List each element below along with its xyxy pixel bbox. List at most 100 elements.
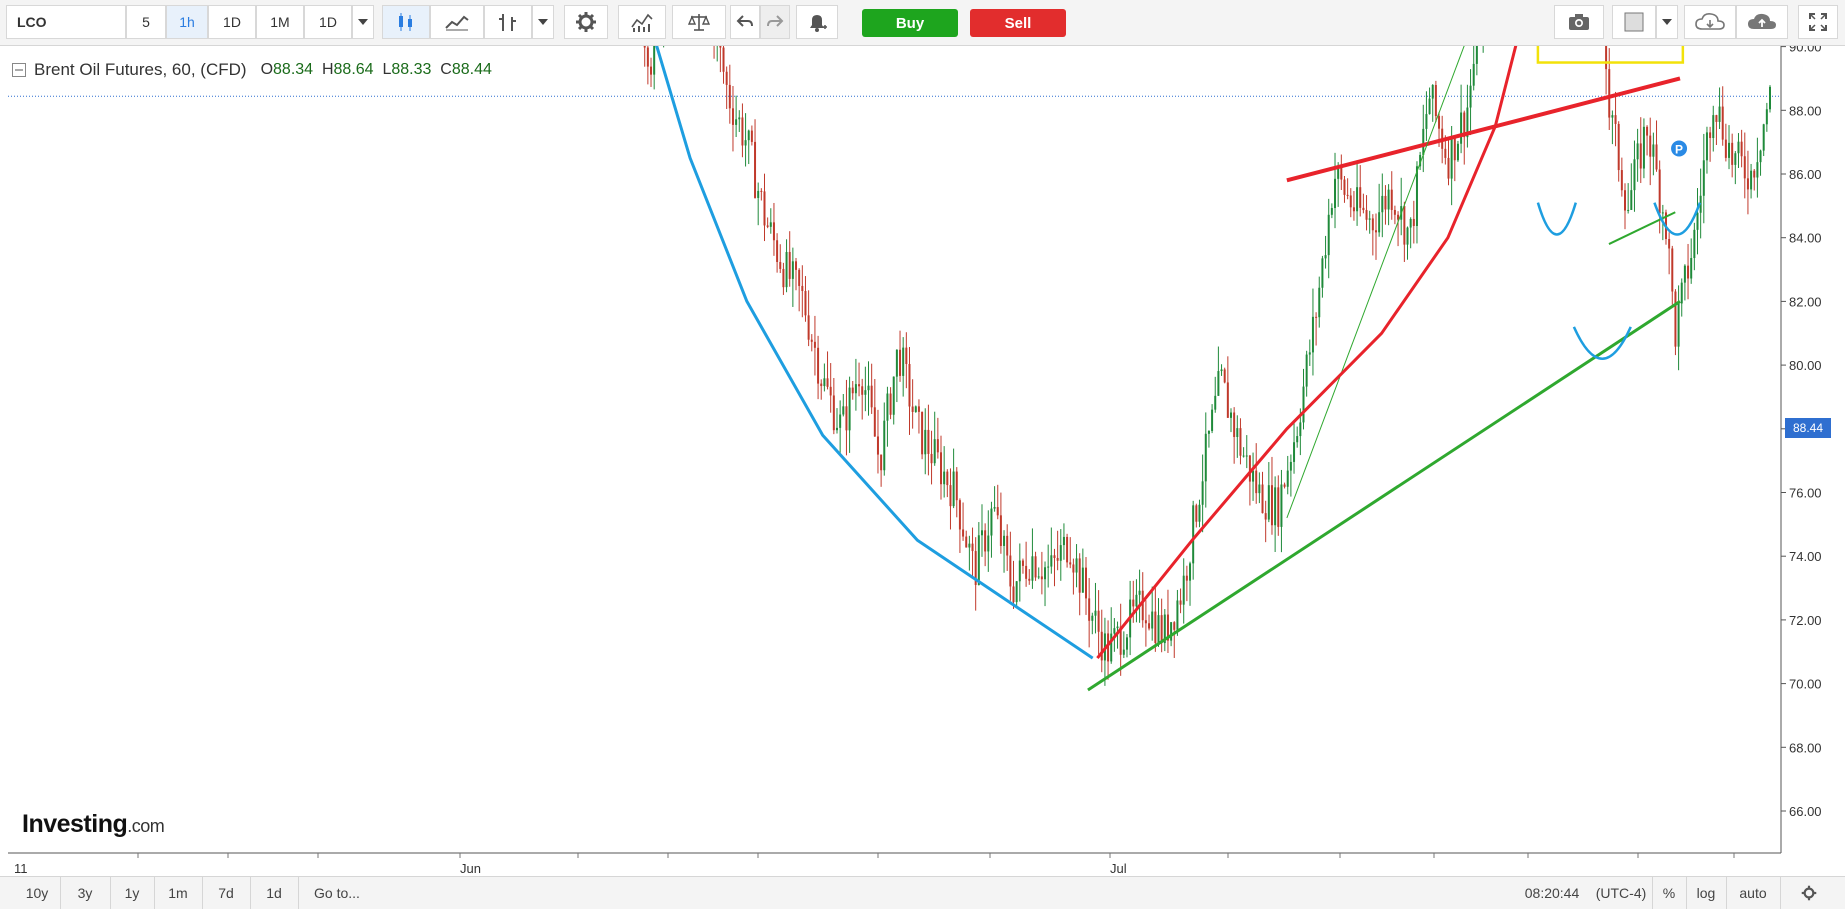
ohlc-values: O88.34 H88.64 L88.33 C88.44	[261, 61, 492, 79]
layout-button[interactable]	[1612, 5, 1656, 39]
range-7d[interactable]: 7d	[202, 877, 251, 909]
bottom-bar: 10y 3y 1y 1m 7d 1d Go to... 08:20:44 (UT…	[0, 876, 1845, 909]
candle-body	[1687, 265, 1690, 279]
cloud-upload-icon	[1748, 13, 1776, 29]
candle-body	[722, 47, 725, 72]
candle-body	[1302, 386, 1305, 423]
candle-body	[1097, 610, 1100, 632]
candle-body	[741, 117, 744, 146]
candle-body	[1305, 354, 1308, 387]
candle-body	[1378, 212, 1381, 233]
interval-1d-alt[interactable]: 1D	[304, 5, 352, 39]
bars-button[interactable]	[484, 5, 532, 39]
candle-body	[1324, 255, 1327, 259]
candle-body	[1472, 63, 1475, 86]
candle-body	[980, 530, 983, 536]
interval-1d[interactable]: 1D	[208, 5, 256, 39]
y-tick-label: 86.00	[1789, 167, 1822, 182]
chart-area[interactable]: PP 66.0068.0070.0072.0074.0076.0078.0080…	[0, 46, 1845, 876]
range-1m[interactable]: 1m	[154, 877, 203, 909]
candle-body	[1132, 599, 1135, 607]
series-title: Brent Oil Futures, 60, (CFD)	[34, 60, 247, 79]
collapse-icon[interactable]	[12, 63, 26, 77]
candle-body	[1368, 218, 1371, 220]
high-value: 88.64	[333, 61, 374, 78]
undo-button[interactable]	[730, 5, 760, 39]
caret-down-icon	[538, 19, 548, 25]
log-toggle[interactable]: log	[1686, 877, 1727, 909]
candle-body	[1088, 598, 1091, 621]
candle-body	[867, 385, 870, 391]
low-value: 88.33	[391, 61, 432, 78]
candle-body	[914, 406, 917, 412]
candle-body	[1091, 615, 1094, 621]
candle-body	[1192, 505, 1195, 564]
timezone-label[interactable]: (UTC-4)	[1590, 877, 1653, 909]
candle-body	[1239, 428, 1242, 456]
candle-body	[1403, 206, 1406, 245]
candle-body	[1217, 371, 1220, 396]
candle-body	[1006, 535, 1009, 556]
settings-button[interactable]	[564, 5, 608, 39]
candle-body	[1207, 430, 1210, 434]
symbol-input[interactable]: LCO	[6, 5, 126, 39]
save-chart-button[interactable]	[1736, 5, 1788, 39]
compare-button[interactable]	[672, 5, 726, 39]
candle-body	[1422, 128, 1425, 155]
candle-body	[1236, 428, 1239, 437]
candle-body	[731, 108, 734, 125]
range-1d[interactable]: 1d	[250, 877, 299, 909]
candle-body	[870, 385, 873, 408]
candle-body	[1173, 622, 1176, 630]
auto-toggle[interactable]: auto	[1726, 877, 1781, 909]
candle-body	[1018, 560, 1021, 582]
range-10y[interactable]: 10y	[14, 877, 61, 909]
load-chart-button[interactable]	[1684, 5, 1736, 39]
scale-settings-button[interactable]	[1792, 877, 1826, 909]
layout-dropdown[interactable]	[1656, 5, 1678, 39]
candle-body	[921, 411, 924, 455]
candle-body	[1415, 166, 1418, 226]
candle-body	[1334, 178, 1337, 209]
candle-body	[763, 191, 766, 226]
interval-1h[interactable]: 1h	[166, 5, 208, 39]
candle-body	[987, 535, 990, 552]
candle-body	[766, 225, 769, 227]
sell-button[interactable]: Sell	[970, 9, 1066, 37]
candle-body	[880, 454, 883, 471]
y-tick-label: 70.00	[1789, 677, 1822, 692]
candle-body	[883, 420, 886, 471]
range-1y[interactable]: 1y	[110, 877, 155, 909]
candle-body	[886, 393, 889, 421]
x-tick-label: Jul	[1110, 861, 1127, 876]
buy-button[interactable]: Buy	[862, 9, 958, 37]
indicators-button[interactable]	[618, 5, 666, 39]
goto-button[interactable]: Go to...	[302, 877, 372, 909]
candle-body	[1412, 218, 1415, 226]
price-chart[interactable]: PP 66.0068.0070.0072.0074.0076.0078.0080…	[0, 46, 1845, 876]
line-chart-button[interactable]	[430, 5, 484, 39]
snapshot-button[interactable]	[1554, 5, 1604, 39]
fullscreen-button[interactable]	[1798, 5, 1838, 39]
percent-toggle[interactable]: %	[1652, 877, 1687, 909]
candle-body	[1734, 153, 1737, 165]
candle-body	[1696, 212, 1699, 230]
interval-5[interactable]: 5	[126, 5, 166, 39]
interval-1m[interactable]: 1M	[256, 5, 304, 39]
candles-button[interactable]	[382, 5, 430, 39]
x-tick-label: Jun	[460, 861, 481, 876]
redo-button[interactable]	[760, 5, 790, 39]
range-3y[interactable]: 3y	[60, 877, 111, 909]
candle-body	[1229, 412, 1232, 418]
candle-body	[946, 471, 949, 486]
candle-body	[1125, 637, 1128, 650]
open-label: O	[260, 61, 274, 78]
candle-body	[1712, 115, 1715, 139]
candle-body	[1277, 487, 1280, 527]
candle-body	[1642, 126, 1645, 169]
candle-body	[933, 439, 936, 464]
chart-type-dropdown[interactable]	[532, 5, 554, 39]
interval-dropdown[interactable]	[352, 5, 374, 39]
candle-body	[832, 395, 835, 431]
alert-button[interactable]	[796, 5, 838, 39]
